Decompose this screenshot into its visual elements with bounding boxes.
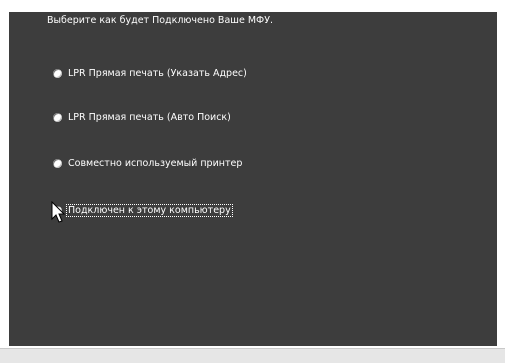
option-lpr-specify-address[interactable]: LPR Прямая печать (Указать Адрес) (53, 67, 248, 80)
option-label[interactable]: LPR Прямая печать (Указать Адрес) (67, 68, 248, 79)
option-label[interactable]: Совместно используемый принтер (67, 158, 243, 169)
option-lpr-auto-search[interactable]: LPR Прямая печать (Авто Поиск) (53, 111, 232, 124)
radio-button[interactable] (53, 159, 62, 168)
installer-window: Выберите как будет Подключено Ваше МФУ. … (0, 0, 505, 363)
radio-button[interactable] (53, 69, 62, 78)
option-label[interactable]: Подключен к этому компьютеру (66, 204, 233, 217)
bottom-bar (0, 348, 505, 363)
connection-type-panel: Выберите как будет Подключено Ваше МФУ. … (9, 12, 497, 346)
radio-button[interactable] (53, 113, 62, 122)
option-shared-printer[interactable]: Совместно используемый принтер (53, 157, 243, 170)
option-local-computer[interactable]: Подключен к этому компьютеру (53, 204, 233, 217)
radio-button-selected[interactable] (53, 206, 62, 215)
option-label[interactable]: LPR Прямая печать (Авто Поиск) (67, 112, 232, 123)
connection-prompt: Выберите как будет Подключено Ваше МФУ. (47, 15, 274, 26)
